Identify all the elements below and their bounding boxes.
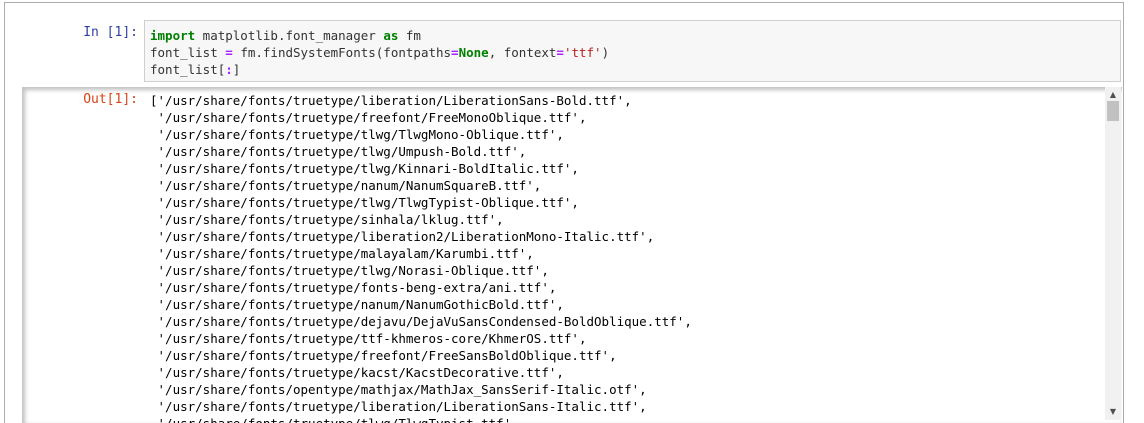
- output-line: '/usr/share/fonts/truetype/sinhala/lklug…: [150, 212, 504, 227]
- output-scrollbar[interactable]: ▲ ▼: [1105, 87, 1121, 420]
- code-editor[interactable]: import matplotlib.font_manager as fm font…: [150, 27, 609, 78]
- output-line: '/usr/share/fonts/truetype/malayalam/Kar…: [150, 246, 534, 261]
- code-line: font_list[:]: [150, 61, 609, 78]
- code-token: font_list: [150, 45, 226, 60]
- code-token: =: [451, 45, 459, 60]
- output-line: '/usr/share/fonts/truetype/freefont/Free…: [150, 110, 587, 125]
- output-line: '/usr/share/fonts/opentype/mathjax/MathJ…: [150, 382, 647, 397]
- scrollbar-thumb[interactable]: [1107, 101, 1119, 121]
- code-token: fm.findSystemFonts(fontpaths: [232, 45, 452, 60]
- code-token: 'ttf': [563, 45, 602, 60]
- output-prompt: Out[1]:: [83, 92, 138, 107]
- output-line: '/usr/share/fonts/truetype/fonts-beng-ex…: [150, 280, 557, 295]
- output-line: '/usr/share/fonts/truetype/tlwg/TlwgTypi…: [150, 415, 1100, 423]
- code-token: , fontext: [488, 45, 557, 60]
- output-line: '/usr/share/fonts/truetype/nanum/NanumGo…: [150, 297, 564, 312]
- notebook-area: In [1]: import matplotlib.font_manager a…: [0, 0, 1144, 423]
- output-line: '/usr/share/fonts/truetype/tlwg/TlwgMono…: [150, 127, 564, 142]
- output-text: ['/usr/share/fonts/truetype/liberation/L…: [150, 92, 1100, 423]
- scroll-down-arrow-icon[interactable]: ▼: [1105, 404, 1121, 420]
- code-input-area[interactable]: import matplotlib.font_manager as fm font…: [144, 20, 1121, 82]
- code-token: import: [150, 28, 196, 43]
- output-line: '/usr/share/fonts/truetype/dejavu/DejaVu…: [150, 314, 692, 329]
- code-token: ): [601, 45, 610, 60]
- output-line: '/usr/share/fonts/truetype/tlwg/TlwgTypi…: [150, 195, 579, 210]
- code-token: =: [556, 45, 564, 60]
- input-prompt: In [1]:: [83, 25, 138, 40]
- output-line: '/usr/share/fonts/truetype/ttf-khmeros-c…: [150, 331, 587, 346]
- output-line: '/usr/share/fonts/truetype/liberation/Li…: [150, 399, 647, 414]
- code-token: fm: [398, 28, 421, 43]
- output-line: '/usr/share/fonts/truetype/liberation2/L…: [150, 229, 655, 244]
- output-line: '/usr/share/fonts/truetype/kacst/KacstDe…: [150, 365, 564, 380]
- output-line: '/usr/share/fonts/truetype/tlwg/Umpush-B…: [150, 144, 527, 159]
- code-token: =: [225, 45, 233, 60]
- output-line: '/usr/share/fonts/truetype/nanum/NanumSq…: [150, 178, 542, 193]
- code-token: ]: [232, 62, 241, 77]
- code-token: matplotlib.font_manager: [195, 28, 384, 43]
- code-token: font_list[: [150, 62, 226, 77]
- code-token: :: [225, 62, 233, 77]
- code-line: font_list = fm.findSystemFonts(fontpaths…: [150, 44, 609, 61]
- code-token: None: [458, 45, 489, 60]
- output-line: '/usr/share/fonts/truetype/tlwg/Kinnari-…: [150, 161, 579, 176]
- output-line: '/usr/share/fonts/truetype/freefont/Free…: [150, 348, 617, 363]
- output-line: '/usr/share/fonts/truetype/tlwg/Norasi-O…: [150, 263, 549, 278]
- code-token: as: [383, 28, 399, 43]
- output-line: ['/usr/share/fonts/truetype/liberation/L…: [150, 93, 632, 108]
- code-line: import matplotlib.font_manager as fm: [150, 27, 609, 44]
